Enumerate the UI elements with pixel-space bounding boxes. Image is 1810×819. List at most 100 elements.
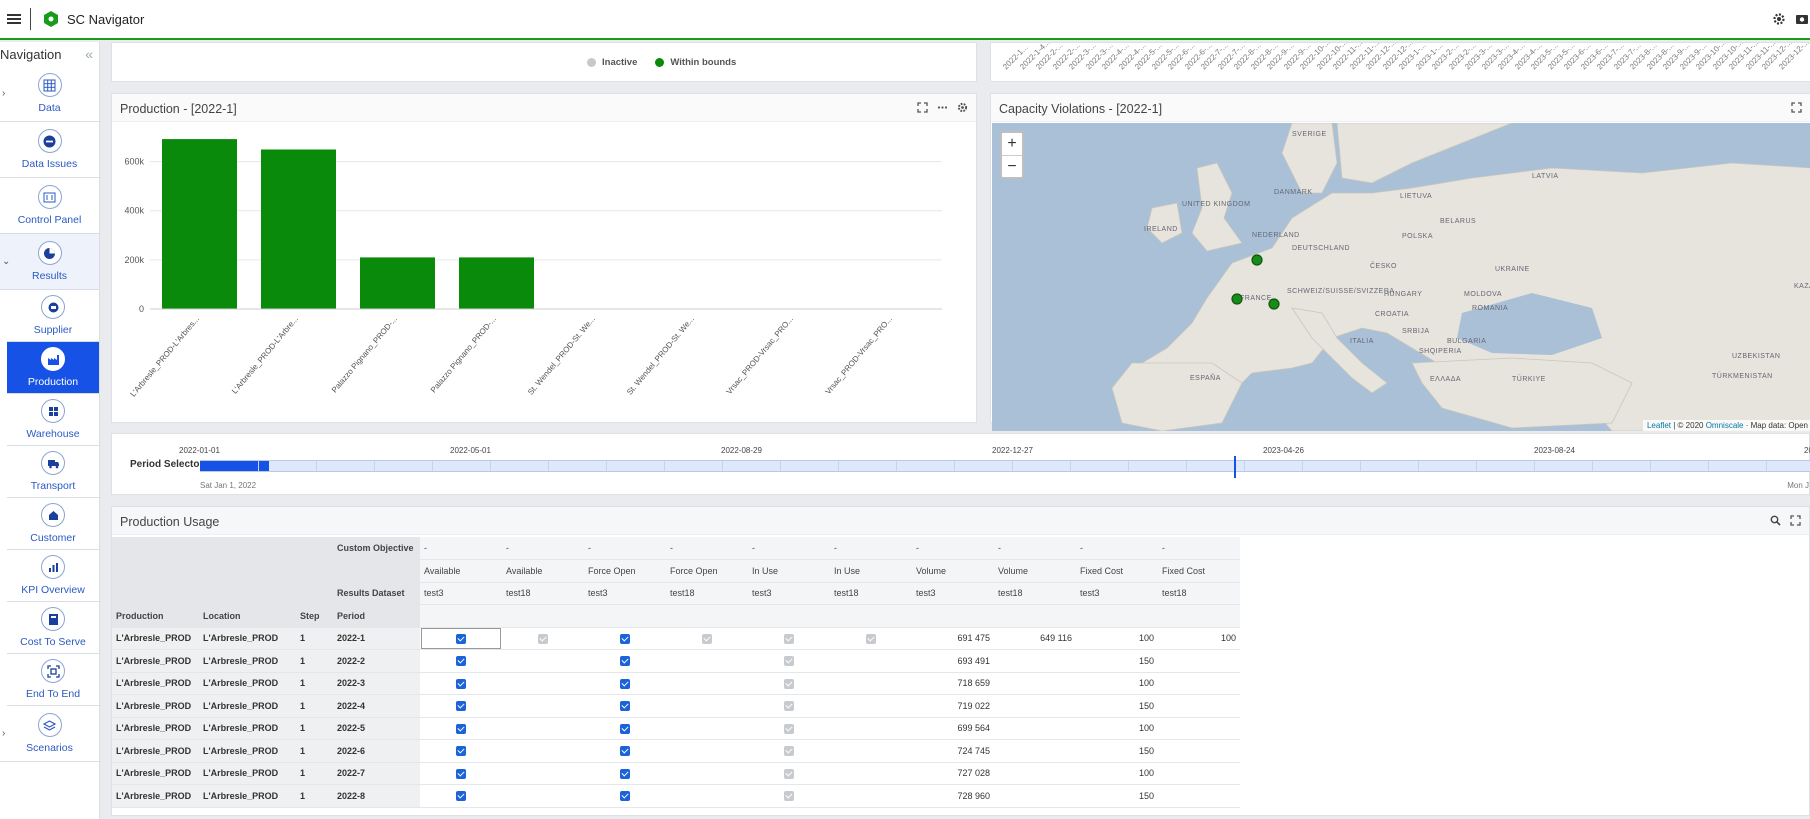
checked-checkbox[interactable] xyxy=(456,678,466,689)
fixed-cost-cell[interactable] xyxy=(1158,694,1240,718)
sidebar-item-cost-to-serve[interactable]: Cost To Serve xyxy=(7,602,99,654)
sidebar-item-end-to-end[interactable]: End To End xyxy=(7,654,99,706)
checkbox-cell[interactable] xyxy=(830,672,912,695)
row-dimension-header[interactable]: Location xyxy=(199,604,296,628)
volume-cell[interactable] xyxy=(994,739,1076,763)
sidebar-item-data[interactable]: › Data xyxy=(0,66,99,122)
checkbox-cell[interactable] xyxy=(748,784,830,808)
checkbox-cell[interactable] xyxy=(830,762,912,785)
violation-marker[interactable] xyxy=(1251,254,1263,266)
volume-cell[interactable]: 724 745 xyxy=(912,739,994,763)
legend-item-inactive[interactable]: Inactive xyxy=(587,57,637,68)
sidebar-item-warehouse[interactable]: Warehouse xyxy=(7,394,99,446)
checkbox-cell[interactable] xyxy=(666,672,748,695)
checkbox-cell[interactable] xyxy=(830,784,912,808)
column-header[interactable]: In Use xyxy=(748,559,830,583)
violation-marker[interactable] xyxy=(1268,298,1280,310)
column-header[interactable]: Volume xyxy=(912,559,994,583)
checked-checkbox[interactable] xyxy=(620,791,630,802)
checkbox-cell[interactable] xyxy=(748,717,830,740)
checked-checkbox[interactable] xyxy=(620,701,630,712)
checkbox-cell[interactable] xyxy=(420,649,502,673)
fixed-cost-cell[interactable] xyxy=(1158,717,1240,740)
period-selected-range[interactable] xyxy=(200,461,270,471)
collapse-sidebar-icon[interactable]: « xyxy=(85,46,93,62)
column-header[interactable]: In Use xyxy=(830,559,912,583)
zoom-out-button[interactable]: − xyxy=(1002,155,1022,177)
row-dimension-header[interactable]: Step xyxy=(296,604,333,628)
checked-checkbox[interactable] xyxy=(620,633,630,644)
fixed-cost-cell[interactable] xyxy=(1158,762,1240,785)
fixed-cost-cell[interactable] xyxy=(1158,784,1240,808)
checkbox-cell[interactable] xyxy=(502,762,584,785)
expand-arrow-icon[interactable]: › xyxy=(2,728,5,739)
checkbox-cell[interactable] xyxy=(830,739,912,763)
volume-cell[interactable] xyxy=(994,762,1076,785)
checkbox-cell[interactable] xyxy=(584,762,666,785)
fixed-cost-cell[interactable] xyxy=(1158,739,1240,763)
checkbox-cell[interactable] xyxy=(748,627,830,650)
checkbox-cell[interactable] xyxy=(420,694,502,718)
checkbox-cell[interactable] xyxy=(420,784,502,808)
more-options-icon[interactable] xyxy=(937,102,948,113)
checkbox-cell[interactable] xyxy=(748,649,830,673)
sidebar-item-data-issues[interactable]: Data Issues xyxy=(0,122,99,178)
volume-cell[interactable]: 719 022 xyxy=(912,694,994,718)
checkbox-cell[interactable] xyxy=(666,739,748,763)
checkbox-cell[interactable] xyxy=(420,762,502,785)
checkbox-cell[interactable] xyxy=(748,672,830,695)
omniscale-link[interactable]: Omniscale xyxy=(1706,421,1744,430)
fixed-cost-cell[interactable]: 150 xyxy=(1076,649,1158,673)
sidebar-item-control-panel[interactable]: Control Panel xyxy=(0,178,99,234)
volume-cell[interactable] xyxy=(994,694,1076,718)
volume-cell[interactable]: 649 116 xyxy=(994,627,1076,650)
chart-bar[interactable] xyxy=(162,139,237,309)
column-header[interactable]: Fixed Cost xyxy=(1076,559,1158,583)
column-header[interactable]: Available xyxy=(420,559,502,583)
checkbox-cell[interactable] xyxy=(502,649,584,673)
period-cursor-handle[interactable] xyxy=(1234,456,1236,478)
europe-map[interactable]: SVERIGE DANMARK LIETUVA UNITED KINGDOM IRELA… xyxy=(992,123,1810,431)
period-track[interactable] xyxy=(200,460,1810,472)
checked-checkbox[interactable] xyxy=(620,678,630,689)
checkbox-cell[interactable] xyxy=(748,739,830,763)
checked-checkbox[interactable] xyxy=(456,791,466,802)
sidebar-item-customer[interactable]: Customer xyxy=(7,498,99,550)
checkbox-cell[interactable] xyxy=(666,694,748,718)
checkbox-cell[interactable] xyxy=(666,784,748,808)
column-header[interactable]: Force Open xyxy=(584,559,666,583)
checked-checkbox[interactable] xyxy=(456,656,466,667)
checkbox-cell[interactable] xyxy=(666,762,748,785)
volume-cell[interactable] xyxy=(994,717,1076,740)
chart-bar[interactable] xyxy=(360,257,435,309)
fixed-cost-cell[interactable]: 100 xyxy=(1158,627,1240,650)
fixed-cost-cell[interactable]: 150 xyxy=(1076,739,1158,763)
checkbox-cell[interactable] xyxy=(830,627,912,650)
sidebar-item-kpi-overview[interactable]: KPI Overview xyxy=(7,550,99,602)
volume-cell[interactable] xyxy=(994,649,1076,673)
zoom-in-button[interactable]: + xyxy=(1002,133,1022,155)
volume-cell[interactable]: 728 960 xyxy=(912,784,994,808)
sidebar-item-supplier[interactable]: Supplier xyxy=(7,290,99,342)
checkbox-cell[interactable] xyxy=(584,717,666,740)
checkbox-cell[interactable] xyxy=(584,672,666,695)
checkbox-cell[interactable] xyxy=(584,649,666,673)
checkbox-cell[interactable] xyxy=(830,717,912,740)
chart-bar[interactable] xyxy=(261,149,336,309)
volume-cell[interactable] xyxy=(994,672,1076,695)
fixed-cost-cell[interactable]: 100 xyxy=(1076,762,1158,785)
checkbox-cell[interactable] xyxy=(666,627,748,650)
column-header[interactable]: Volume xyxy=(994,559,1076,583)
checkbox-cell[interactable] xyxy=(666,717,748,740)
hamburger-menu-icon[interactable] xyxy=(7,14,21,24)
volume-cell[interactable]: 727 028 xyxy=(912,762,994,785)
checked-checkbox[interactable] xyxy=(456,723,466,734)
volume-cell[interactable]: 693 491 xyxy=(912,649,994,673)
sidebar-item-production[interactable]: Production xyxy=(7,342,99,394)
volume-cell[interactable]: 691 475 xyxy=(912,627,994,650)
sidebar-item-results[interactable]: ⌄ Results xyxy=(0,234,99,290)
checkbox-cell[interactable] xyxy=(748,762,830,785)
checked-checkbox[interactable] xyxy=(620,746,630,757)
expand-icon[interactable] xyxy=(1790,515,1801,526)
checkbox-cell[interactable] xyxy=(502,739,584,763)
